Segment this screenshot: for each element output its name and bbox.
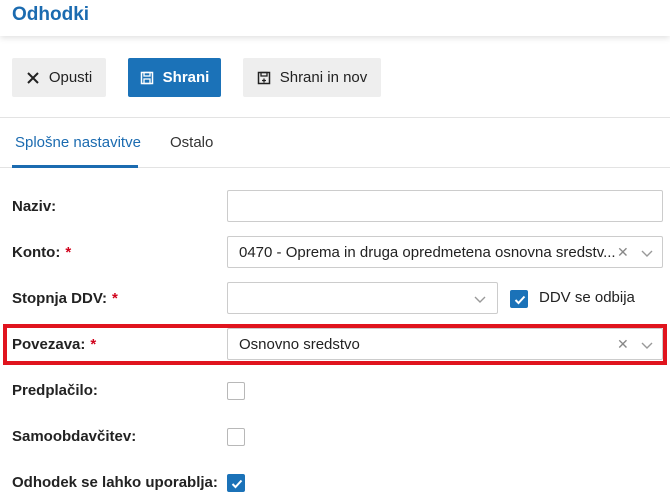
konto-select[interactable]: 0470 - Oprema in druga opredmetena osnov… bbox=[227, 236, 663, 268]
required-mark: * bbox=[112, 290, 118, 307]
povezava-value: Osnovno sredstvo bbox=[239, 336, 360, 353]
toolbar: Opusti Shrani Shrani in nov bbox=[0, 40, 670, 118]
cancel-button[interactable]: Opusti bbox=[12, 58, 106, 97]
clear-x-icon[interactable]: ✕ bbox=[617, 244, 629, 261]
page-header: Odhodki bbox=[0, 0, 670, 36]
active-tab-indicator bbox=[12, 165, 138, 168]
povezava-select[interactable]: Osnovno sredstvo ✕ bbox=[227, 328, 663, 360]
chevron-down-icon[interactable] bbox=[641, 339, 653, 351]
required-mark: * bbox=[65, 244, 72, 261]
chevron-down-icon[interactable] bbox=[474, 293, 486, 305]
page-title: Odhodki bbox=[12, 4, 90, 25]
ddv-se-odbija-label: DDV se odbija bbox=[539, 289, 635, 306]
stopnja-ddv-label: Stopnja DDV: * bbox=[12, 290, 118, 307]
naziv-input[interactable] bbox=[227, 190, 663, 222]
close-icon bbox=[26, 71, 40, 85]
checkmark-icon bbox=[514, 295, 526, 305]
floppy-disk-icon bbox=[140, 71, 154, 85]
uporablja-checkbox[interactable] bbox=[227, 474, 245, 492]
uporablja-label: Odhodek se lahko uporablja: bbox=[12, 474, 218, 491]
ddv-se-odbija-checkbox[interactable] bbox=[510, 290, 528, 308]
tab-other[interactable]: Ostalo bbox=[170, 134, 213, 151]
save-and-new-button-label: Shrani in nov bbox=[279, 69, 368, 86]
save-button[interactable]: Shrani bbox=[128, 58, 221, 97]
stopnja-ddv-select[interactable] bbox=[227, 282, 498, 314]
samoobdavcitev-label: Samoobdavčitev: bbox=[12, 428, 137, 445]
predplacilo-checkbox[interactable] bbox=[227, 382, 245, 400]
clear-x-icon[interactable]: ✕ bbox=[617, 336, 629, 353]
povezava-label: Povezava: * bbox=[12, 336, 97, 353]
samoobdavcitev-checkbox[interactable] bbox=[227, 428, 245, 446]
cancel-button-label: Opusti bbox=[48, 69, 93, 86]
tab-bar: Splošne nastavitve Ostalo bbox=[0, 119, 670, 168]
floppy-disk-plus-icon bbox=[257, 71, 271, 85]
predplacilo-label: Predplačilo: bbox=[12, 382, 98, 399]
save-button-label: Shrani bbox=[162, 69, 210, 86]
save-and-new-button[interactable]: Shrani in nov bbox=[243, 58, 381, 97]
konto-value: 0470 - Oprema in druga opredmetena osnov… bbox=[239, 244, 616, 261]
tab-general-settings[interactable]: Splošne nastavitve bbox=[15, 134, 141, 151]
checkmark-icon bbox=[231, 479, 243, 489]
required-mark: * bbox=[90, 336, 97, 353]
naziv-label: Naziv: bbox=[12, 198, 57, 215]
chevron-down-icon[interactable] bbox=[641, 247, 653, 259]
konto-label: Konto: * bbox=[12, 244, 72, 261]
